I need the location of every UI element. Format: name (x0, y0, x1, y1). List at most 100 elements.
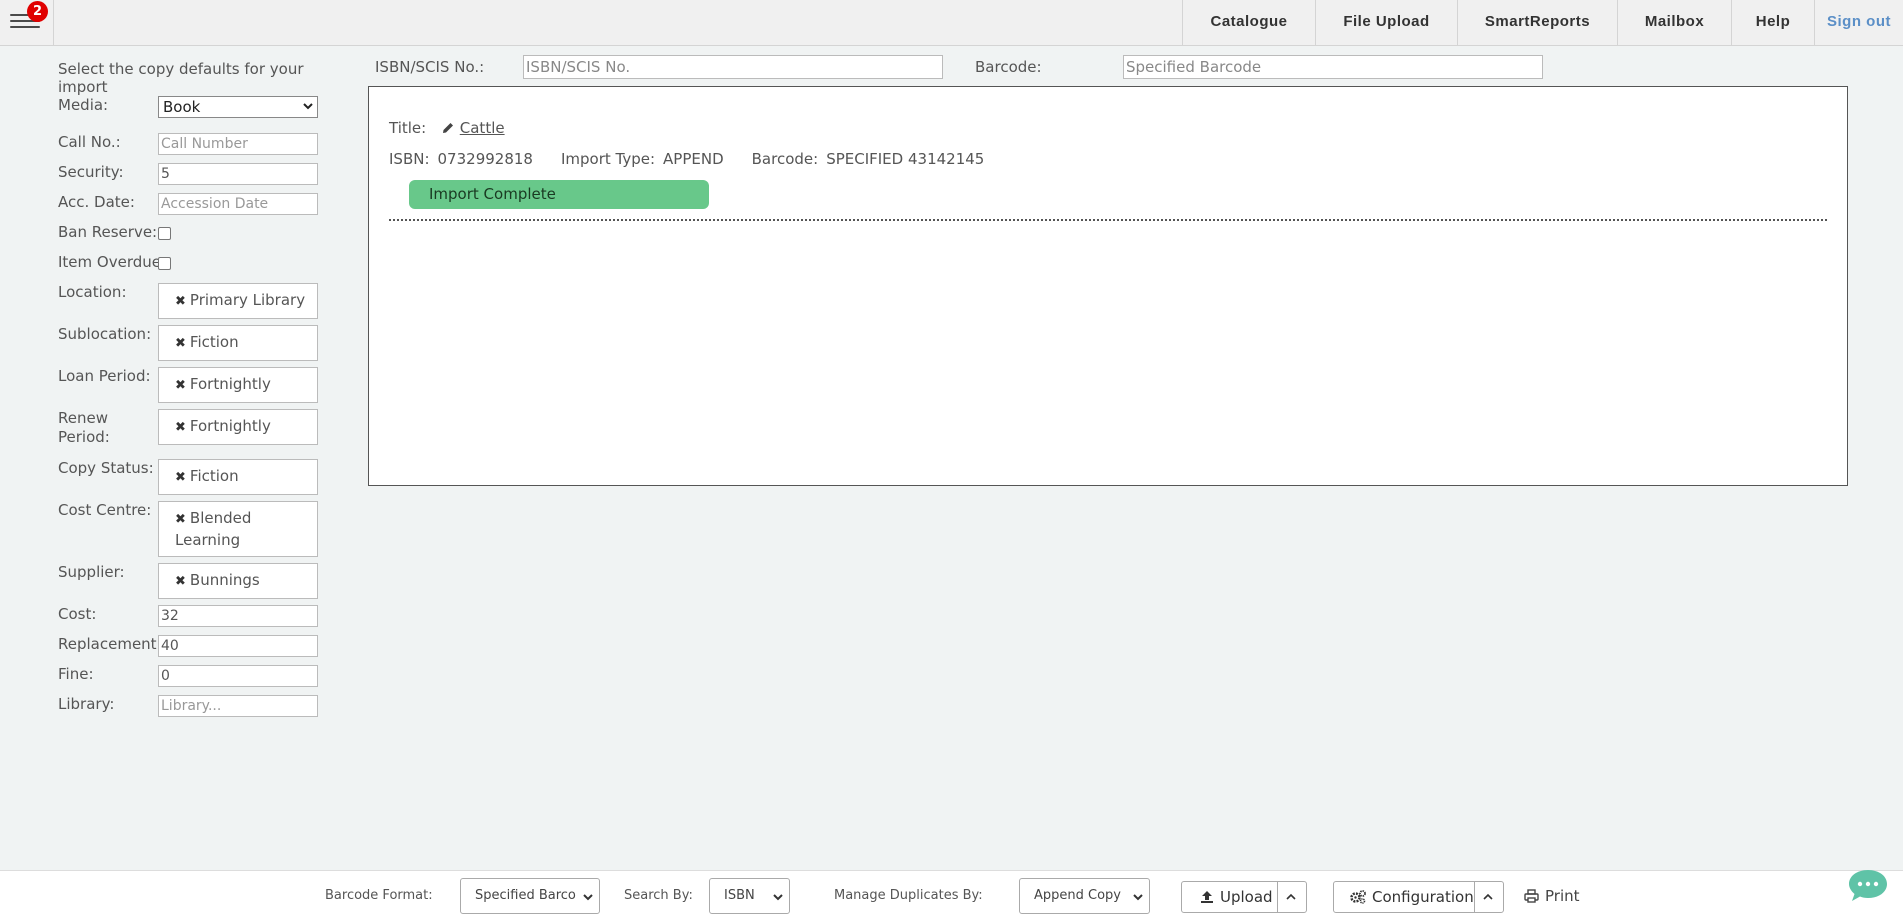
configuration-dropdown-toggle[interactable] (1473, 882, 1503, 912)
nav-mailbox[interactable]: Mailbox (1617, 0, 1731, 46)
title-label: Title: (389, 119, 427, 137)
upload-dropdown-toggle[interactable] (1276, 882, 1306, 912)
renew-period-label: Renew Period: (58, 409, 110, 446)
upload-label: Upload (1220, 888, 1273, 906)
menu-button[interactable]: 2 (0, 0, 54, 46)
remove-tag-icon[interactable]: ✖ (175, 378, 186, 393)
isbn-search-label: ISBN/SCIS No.: (375, 58, 485, 76)
loan-period-tag-input[interactable]: ✖ Fortnightly (158, 367, 318, 403)
title-link[interactable]: Cattle (460, 119, 505, 137)
search-by-value: ISBN (724, 888, 755, 903)
copy-status-tag: Fiction (189, 467, 239, 485)
library-label: Library: (58, 695, 115, 713)
gears-icon (1350, 890, 1366, 904)
replacement-input[interactable]: 40 (158, 635, 318, 657)
ban-reserve-label: Ban Reserve: (58, 223, 158, 241)
search-by-select[interactable]: ISBN (709, 878, 790, 914)
sublocation-tag-input[interactable]: ✖ Fiction (158, 325, 318, 361)
nav-file-upload[interactable]: File Upload (1315, 0, 1457, 46)
loan-period-tag: Fortnightly (189, 375, 271, 393)
remove-tag-icon[interactable]: ✖ (175, 574, 186, 589)
barcode-search-input[interactable]: Specified Barcode (1123, 55, 1543, 79)
print-label: Print (1545, 887, 1580, 905)
accession-date-label: Acc. Date: (58, 193, 135, 211)
configuration-button-group: Configuration (1333, 881, 1504, 913)
chevron-up-icon (1483, 893, 1493, 900)
renew-period-tag-input[interactable]: ✖ Fortnightly (158, 409, 318, 445)
upload-icon (1201, 891, 1213, 903)
accession-date-input[interactable]: Accession Date (158, 193, 318, 215)
location-tag: Primary Library (189, 291, 306, 309)
ban-reserve-checkbox[interactable] (158, 227, 171, 240)
item-overdue-label: Item Overdue: (58, 253, 167, 271)
isbn-search-input[interactable]: ISBN/SCIS No. (523, 55, 943, 79)
manage-duplicates-label: Manage Duplicates By: (834, 888, 983, 903)
top-nav-bar: 2 Catalogue File Upload SmartReports Mai… (0, 0, 1903, 46)
import-result-panel: Title: Cattle ISBN: 0732992818 Import Type… (368, 86, 1848, 486)
nav-sign-out[interactable]: Sign out (1814, 0, 1903, 46)
cost-label: Cost: (58, 605, 97, 623)
call-number-input[interactable]: Call Number (158, 133, 318, 155)
remove-tag-icon[interactable]: ✖ (175, 420, 186, 435)
barcode-label: Barcode: (751, 150, 819, 168)
main-nav: Catalogue File Upload SmartReports Mailb… (1182, 0, 1903, 46)
copy-defaults-panel: Select the copy defaults for your import… (58, 60, 338, 717)
import-status-bar: Import Complete (409, 180, 709, 209)
library-input[interactable]: Library... (158, 695, 318, 717)
media-label: Media: (58, 96, 109, 114)
copy-defaults-intro: Select the copy defaults for your import (58, 60, 304, 96)
item-overdue-checkbox[interactable] (158, 257, 171, 270)
nav-help[interactable]: Help (1731, 0, 1814, 46)
pencil-icon[interactable] (441, 121, 455, 135)
sublocation-tag: Fiction (189, 333, 239, 351)
sublocation-label: Sublocation: (58, 325, 152, 343)
supplier-tag: Bunnings (189, 571, 260, 589)
replacement-label: Replacement: (58, 635, 162, 653)
nav-smartreports[interactable]: SmartReports (1457, 0, 1617, 46)
chevron-down-icon (773, 894, 783, 901)
remove-tag-icon[interactable]: ✖ (175, 470, 186, 485)
isbn-value: 0732992818 (437, 150, 533, 168)
configuration-button[interactable]: Configuration (1334, 882, 1475, 912)
copy-status-tag-input[interactable]: ✖ Fiction (158, 459, 318, 495)
copy-status-label: Copy Status: (58, 459, 154, 477)
chevron-down-icon (303, 103, 313, 110)
remove-tag-icon[interactable]: ✖ (175, 336, 186, 351)
import-type-value: APPEND (663, 150, 724, 168)
loan-period-label: Loan Period: (58, 367, 151, 385)
location-label: Location: (58, 283, 127, 301)
remove-tag-icon[interactable]: ✖ (175, 294, 186, 309)
manage-duplicates-select[interactable]: Append Copy (1019, 878, 1150, 914)
barcode-search-label: Barcode: (975, 58, 1042, 76)
fine-input[interactable]: 0 (158, 665, 318, 687)
barcode-value: SPECIFIED 43142145 (826, 150, 985, 168)
fine-label: Fine: (58, 665, 94, 683)
isbn-label: ISBN: (389, 150, 430, 168)
call-number-label: Call No.: (58, 133, 121, 151)
chat-bubble-icon[interactable] (1848, 868, 1888, 904)
upload-button[interactable]: Upload (1182, 882, 1278, 912)
barcode-format-select[interactable]: Specified Barco (460, 878, 600, 914)
media-select[interactable]: Book (158, 96, 318, 118)
barcode-format-value: Specified Barco (475, 888, 576, 903)
print-button[interactable]: Print (1524, 887, 1580, 905)
supplier-tag-input[interactable]: ✖ Bunnings (158, 563, 318, 599)
security-input[interactable]: 5 (158, 163, 318, 185)
renew-period-tag: Fortnightly (189, 417, 271, 435)
cost-centre-tag-input[interactable]: ✖ Blended Learning (158, 501, 318, 557)
location-tag-input[interactable]: ✖ Primary Library (158, 283, 318, 319)
supplier-label: Supplier: (58, 563, 125, 581)
cost-centre-label: Cost Centre: (58, 501, 152, 519)
configuration-label: Configuration (1372, 888, 1474, 906)
security-label: Security: (58, 163, 124, 181)
media-value: Book (163, 98, 201, 116)
import-type-label: Import Type: (560, 150, 656, 168)
chevron-down-icon (1133, 894, 1143, 901)
cost-input[interactable]: 32 (158, 605, 318, 627)
nav-catalogue[interactable]: Catalogue (1182, 0, 1315, 46)
notification-badge: 2 (27, 1, 48, 22)
barcode-format-label: Barcode Format: (325, 888, 433, 903)
result-meta-row: ISBN: 0732992818 Import Type: APPEND Barcode… (389, 150, 1012, 168)
chevron-up-icon (1286, 893, 1296, 900)
remove-tag-icon[interactable]: ✖ (175, 512, 186, 527)
